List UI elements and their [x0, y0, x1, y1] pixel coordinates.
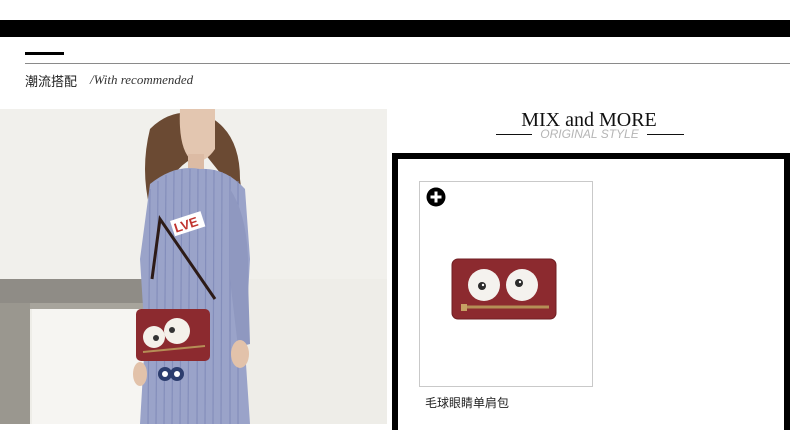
tagline-rule-right [647, 134, 684, 135]
top-banner-bar [0, 20, 790, 37]
product-image[interactable] [449, 255, 559, 323]
showcase-tagline: ORIGINAL STYLE [540, 127, 639, 141]
section-accent-line [25, 52, 64, 55]
plus-circle-icon[interactable] [426, 187, 446, 207]
section-divider [25, 63, 790, 64]
section-title: 潮流搭配 [25, 75, 78, 90]
model-photo: LVE [0, 109, 387, 424]
product-name[interactable]: 毛球眼睛单肩包 [425, 394, 509, 411]
tagline-rule-left [496, 134, 532, 135]
section-subtitle: /With recommended [90, 72, 194, 87]
